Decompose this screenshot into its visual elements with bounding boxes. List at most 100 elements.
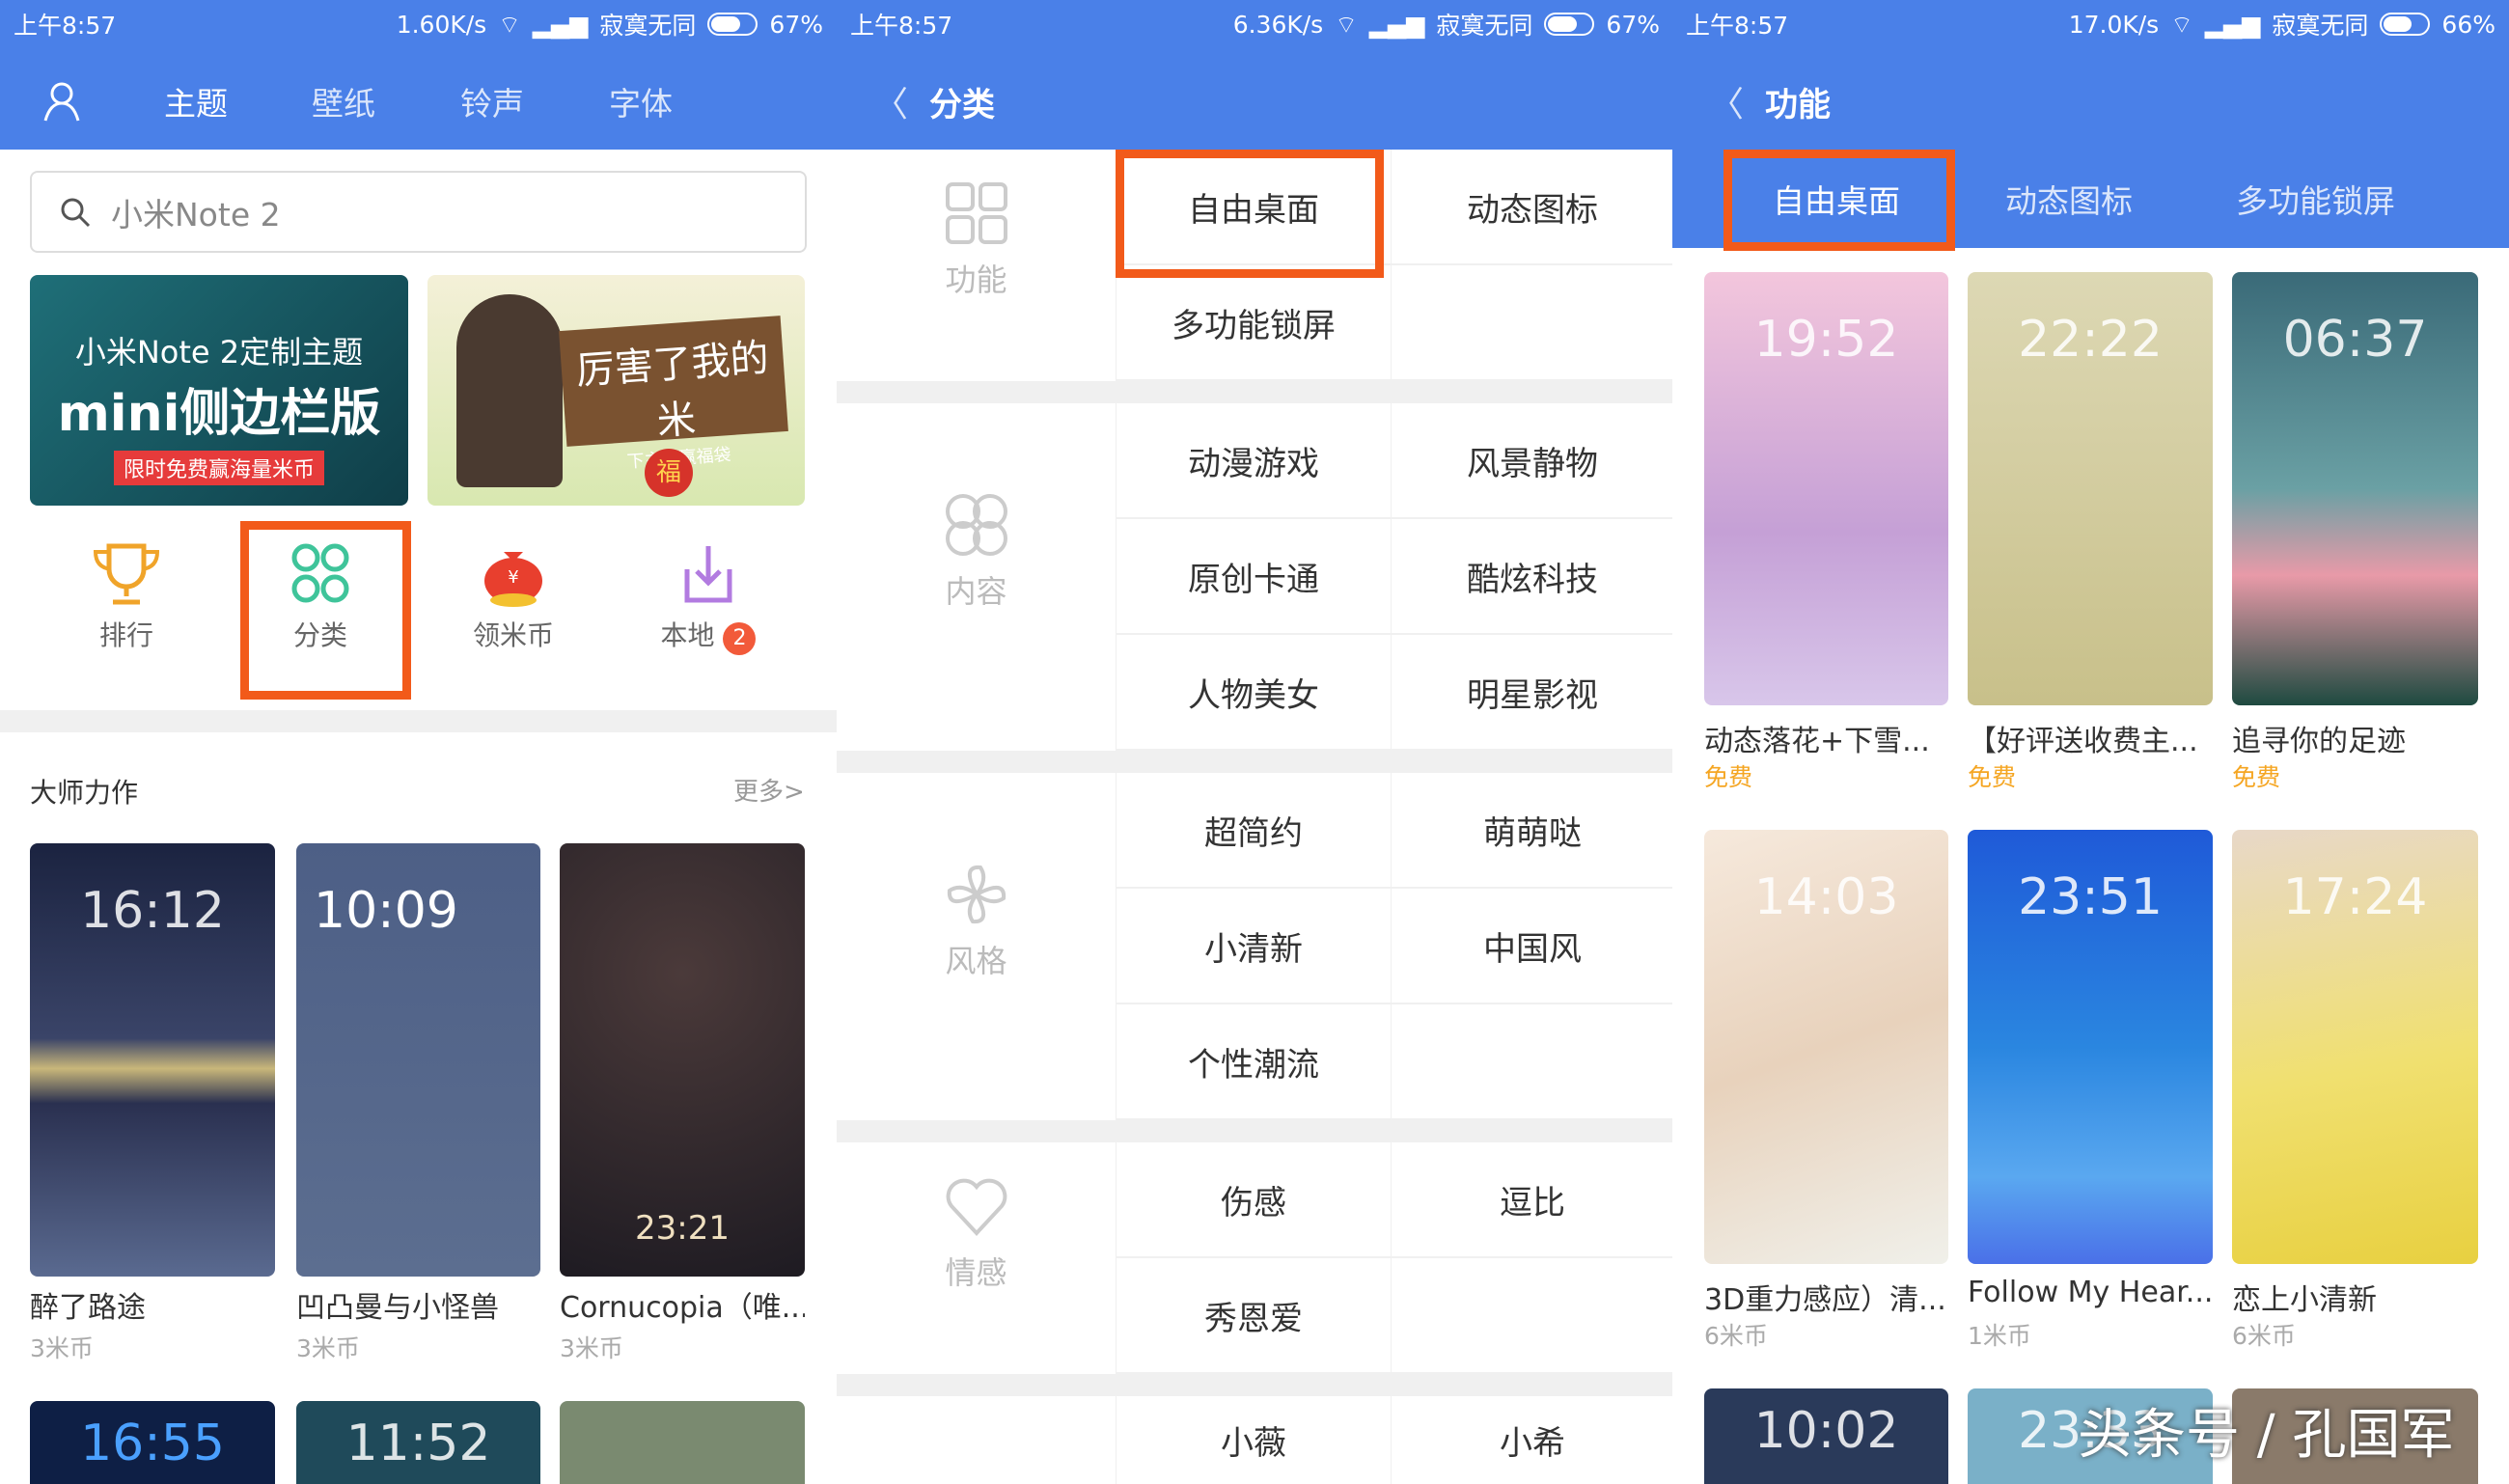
status-bar: 上午8:57 6.36K/s ⌔ ▂▄▆ 寂寞无同 67% — [837, 0, 1673, 48]
tab-ringtone[interactable]: 铃声 — [460, 78, 524, 124]
theme-thumb[interactable]: 16:55 — [30, 1401, 275, 1484]
category-group-3: 风格 — [837, 773, 1116, 1120]
theme-thumb[interactable]: 23:51 — [1968, 830, 2213, 1264]
net-speed: 1.60K/s — [396, 10, 487, 39]
tab-lockscreen[interactable]: 多功能锁屏 — [2236, 176, 2395, 222]
back-icon[interactable]: 〈 — [1709, 76, 1744, 126]
status-time: 上午8:57 — [1686, 12, 1789, 40]
page-title: 功能 — [1765, 85, 1831, 124]
banner-mini-theme[interactable]: 小米Note 2定制主题 mini侧边栏版 限时免费赢海量米币 — [30, 275, 408, 506]
home-header: 上午8:57 1.60K/s ⌔ ▂▄▆ 寂寞无同 67% 主题 壁纸 铃声 字体 — [0, 0, 837, 150]
category-item[interactable]: 超简约 — [1117, 773, 1391, 887]
money-bag-icon: ¥ — [484, 552, 542, 607]
theme-price: 3米币 — [30, 1334, 94, 1362]
theme-name[interactable]: Follow My Hear... — [1968, 1276, 2213, 1309]
theme-name[interactable]: Cornucopia（唯... — [560, 1283, 805, 1326]
category-item[interactable]: 中国风 — [1392, 889, 1673, 1003]
theme-thumb[interactable]: 17:24 — [2232, 830, 2478, 1264]
grid-icon — [945, 182, 1007, 244]
theme-name[interactable]: 追寻你的足迹 — [2232, 717, 2478, 759]
tab-theme[interactable]: 主题 — [164, 78, 228, 124]
theme-price: 6米币 — [1704, 1322, 1768, 1350]
svg-text:¥: ¥ — [508, 567, 518, 588]
group-label: 功能 — [945, 261, 1007, 298]
banner-title: 小米Note 2定制主题 — [74, 334, 364, 371]
carrier: 寂寞无同 — [1436, 12, 1533, 40]
signal-icon: ▂▄▆ — [2204, 10, 2261, 39]
category-item[interactable]: 动态图标 — [1392, 150, 1673, 263]
theme-thumb[interactable]: 22:22 — [1968, 272, 2213, 705]
shortcut-ranking[interactable]: 排行 — [49, 540, 204, 653]
carrier: 寂寞无同 — [2272, 12, 2369, 40]
theme-name[interactable]: 3D重力感应）清... — [1704, 1276, 1948, 1318]
shortcut-label: 排行 — [98, 619, 153, 651]
category-item[interactable]: 逗比 — [1392, 1142, 1673, 1256]
girl-illustration — [456, 294, 563, 487]
theme-name[interactable]: 【好评送收费主... — [1968, 717, 2213, 759]
pinwheel-icon — [947, 865, 1006, 924]
theme-price: 6米币 — [2232, 1322, 2296, 1350]
theme-price: 3米币 — [560, 1334, 623, 1362]
sign-board: 厉害了我的米 下主题赢福袋 — [559, 316, 788, 473]
search-icon — [61, 198, 91, 227]
tab-font[interactable]: 字体 — [609, 78, 673, 124]
theme-thumb[interactable]: 11:52 — [296, 1401, 540, 1484]
theme-name[interactable]: 醉了路途 — [30, 1283, 275, 1326]
theme-thumb[interactable]: 23:21 — [560, 843, 805, 1277]
theme-thumb[interactable]: 10:02 — [1704, 1388, 1948, 1484]
category-item[interactable]: 萌萌哒 — [1392, 773, 1673, 887]
category-item[interactable]: 小清新 — [1117, 889, 1391, 1003]
shortcut-label: 领米币 — [472, 619, 554, 651]
search-input[interactable]: 小米Note 2 — [30, 171, 807, 253]
banner-tag: 限时免费赢海量米币 — [113, 451, 324, 485]
user-icon[interactable] — [42, 80, 81, 123]
battery-icon — [1544, 13, 1595, 36]
theme-price: 免费 — [1704, 763, 1753, 791]
category-group-2: 内容 — [837, 403, 1116, 751]
banner-lucky-bag[interactable]: 厉害了我的米 下主题赢福袋 福 — [427, 275, 805, 506]
signal-icon: ▂▄▆ — [532, 10, 589, 39]
signal-icon: ▂▄▆ — [1368, 10, 1425, 39]
theme-thumb[interactable] — [560, 1401, 805, 1484]
category-item — [1392, 1258, 1673, 1372]
theme-name[interactable]: 动态落花+下雪... — [1704, 717, 1948, 759]
category-item[interactable]: 个性潮流 — [1117, 1004, 1391, 1118]
category-item[interactable]: 动漫游戏 — [1117, 403, 1391, 517]
banner2-title: 厉害了我的米 — [574, 336, 771, 445]
theme-thumb[interactable]: 14:03 — [1704, 830, 1948, 1264]
theme-name[interactable]: 凹凸曼与小怪兽 — [296, 1283, 540, 1326]
group-label: 情感 — [945, 1254, 1007, 1291]
category-item[interactable]: 原创卡通 — [1117, 519, 1391, 633]
back-icon[interactable]: 〈 — [873, 76, 908, 126]
category-item[interactable]: 人物美女 — [1117, 635, 1391, 749]
battery-text: 67% — [769, 10, 823, 39]
theme-thumb[interactable]: 16:12 — [30, 843, 275, 1277]
category-item[interactable]: 小薇 — [1117, 1396, 1391, 1484]
category-panel: 上午8:57 6.36K/s ⌔ ▂▄▆ 寂寞无同 67% 〈 分类 功能 自由桌面 动态图… — [837, 0, 1673, 1484]
shortcut-earn-coins[interactable]: ¥ 领米币 — [436, 540, 591, 653]
shortcut-local[interactable]: 本地 2 — [631, 540, 786, 655]
theme-thumb[interactable]: 10:09 — [296, 843, 540, 1277]
category-item[interactable]: 酷炫科技 — [1392, 519, 1673, 633]
category-item[interactable]: 小希 — [1392, 1396, 1673, 1484]
tab-dynamic-icons[interactable]: 动态图标 — [2005, 176, 2133, 222]
theme-thumb[interactable]: 06:37 — [2232, 272, 2478, 705]
feature-panel: 上午8:57 17.0K/s ⌔ ▂▄▆ 寂寞无同 66% 〈 功能 自由桌面 动态图标… — [1672, 0, 2509, 1484]
net-speed: 17.0K/s — [2068, 10, 2160, 39]
theme-thumb[interactable]: 19:52 — [1704, 272, 1948, 705]
category-item[interactable]: 风景静物 — [1392, 403, 1673, 517]
wifi-icon: ⌔ — [498, 10, 521, 39]
section-title: 大师力作 — [30, 777, 139, 809]
more-link[interactable]: 更多> — [733, 772, 805, 808]
search-placeholder: 小米Note 2 — [111, 195, 281, 234]
battery-text: 67% — [1606, 10, 1660, 39]
category-header: 上午8:57 6.36K/s ⌔ ▂▄▆ 寂寞无同 67% 〈 分类 — [837, 0, 1673, 150]
category-item[interactable]: 伤感 — [1117, 1142, 1391, 1256]
category-item[interactable]: 明星影视 — [1392, 635, 1673, 749]
highlight-box — [1116, 150, 1384, 278]
category-item[interactable]: 秀恩爱 — [1117, 1258, 1391, 1372]
theme-name[interactable]: 恋上小清新 — [2232, 1276, 2478, 1318]
tab-wallpaper[interactable]: 壁纸 — [312, 78, 375, 124]
group-label: 内容 — [945, 573, 1007, 610]
category-item[interactable]: 多功能锁屏 — [1117, 265, 1391, 379]
